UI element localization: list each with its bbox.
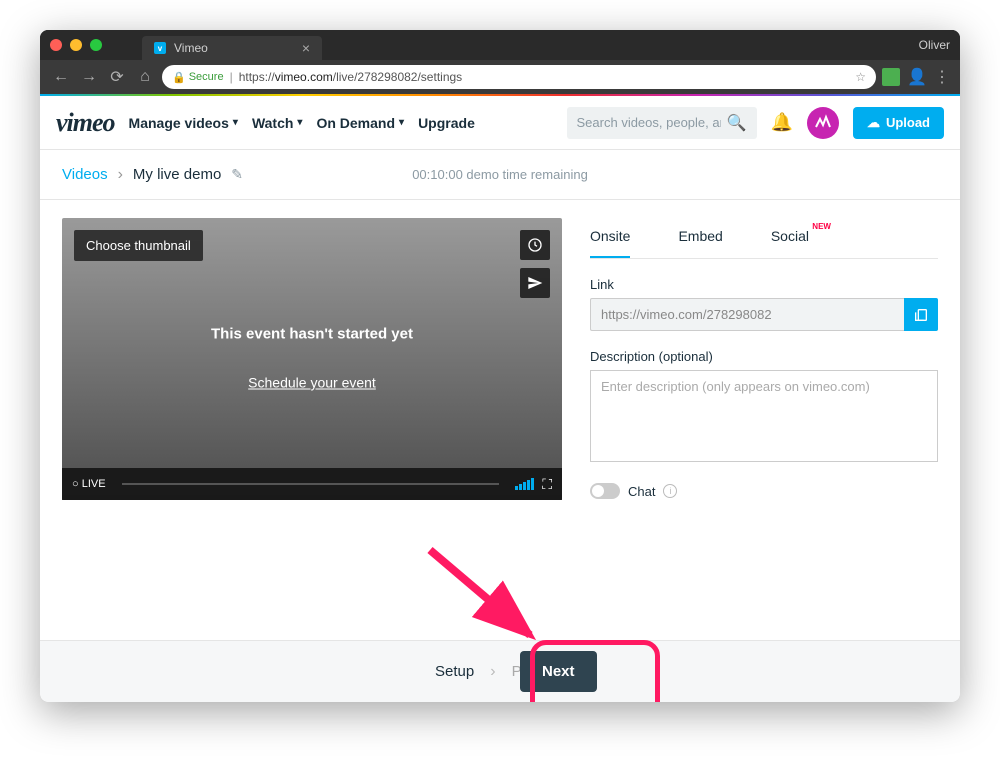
lock-icon: 🔒 Secure — [172, 71, 224, 84]
tab-onsite[interactable]: Onsite — [590, 218, 630, 258]
close-tab-icon[interactable]: × — [302, 40, 310, 56]
step-setup[interactable]: Setup — [435, 663, 474, 680]
search-box[interactable]: 🔍 — [567, 107, 757, 139]
chat-toggle[interactable] — [590, 483, 620, 499]
link-input[interactable] — [590, 298, 904, 331]
breadcrumb: Videos › My live demo ✎ 00:10:00 demo ti… — [40, 150, 960, 200]
address-bar[interactable]: 🔒 Secure | https://vimeo.com/live/278298… — [162, 65, 876, 89]
browser-toolbar: ← → ⟳ ⌂ 🔒 Secure | https://vimeo.com/liv… — [40, 60, 960, 94]
nav-watch[interactable]: Watch▾ — [252, 115, 303, 131]
browser-titlebar: v Vimeo × Oliver — [40, 30, 960, 60]
tab-title: Vimeo — [174, 41, 208, 55]
reload-button[interactable]: ⟳ — [106, 66, 128, 88]
chat-label: Chat — [628, 484, 655, 499]
next-button[interactable]: Next — [520, 651, 597, 692]
bookmark-star-icon[interactable]: ☆ — [855, 70, 866, 84]
nav-upgrade[interactable]: Upgrade — [418, 115, 475, 131]
description-input[interactable] — [590, 370, 938, 462]
url-text: https://vimeo.com/live/278298082/setting… — [239, 70, 462, 84]
video-preview: Choose thumbnail This event hasn't start… — [62, 218, 562, 500]
chrome-profile-label[interactable]: Oliver — [919, 38, 950, 52]
description-label: Description (optional) — [590, 349, 938, 364]
forward-button[interactable]: → — [78, 66, 100, 88]
schedule-clock-icon[interactable] — [520, 230, 550, 260]
chrome-account-icon[interactable]: 👤 — [906, 66, 928, 88]
fullscreen-icon[interactable]: ⛶ — [542, 476, 552, 493]
chevron-down-icon: ▾ — [399, 117, 404, 128]
schedule-event-link[interactable]: Schedule your event — [248, 375, 376, 391]
nav-manage-videos[interactable]: Manage videos▾ — [129, 115, 238, 131]
demo-time-remaining: 00:10:00 demo time remaining — [412, 167, 588, 182]
live-indicator: LIVE — [72, 478, 106, 490]
signal-bars-icon[interactable] — [515, 478, 534, 490]
progress-bar[interactable] — [122, 483, 500, 485]
chevron-right-icon: › — [118, 166, 123, 184]
back-button[interactable]: ← — [50, 66, 72, 88]
search-input[interactable] — [577, 115, 721, 130]
maximize-window-button[interactable] — [90, 39, 102, 51]
player-controls: LIVE ⛶ — [62, 468, 562, 500]
upload-button[interactable]: ☁ Upload — [853, 107, 944, 139]
chevron-right-icon: › — [490, 663, 495, 681]
cloud-upload-icon: ☁ — [867, 115, 880, 131]
info-icon[interactable]: i — [663, 484, 677, 498]
tab-social[interactable]: Social NEW — [771, 218, 809, 258]
vimeo-favicon-icon: v — [154, 42, 166, 54]
event-status-text: This event hasn't started yet — [211, 326, 413, 343]
copy-link-button[interactable] — [904, 298, 938, 331]
minimize-window-button[interactable] — [70, 39, 82, 51]
choose-thumbnail-button[interactable]: Choose thumbnail — [74, 230, 203, 261]
traffic-lights — [50, 39, 102, 51]
site-header: vimeo Manage videos▾ Watch▾ On Demand▾ U… — [40, 96, 960, 150]
nav-on-demand[interactable]: On Demand▾ — [316, 115, 404, 131]
browser-tab[interactable]: v Vimeo × — [142, 36, 322, 60]
home-button[interactable]: ⌂ — [134, 66, 156, 88]
tab-embed[interactable]: Embed — [678, 218, 722, 258]
breadcrumb-root-link[interactable]: Videos — [62, 166, 108, 183]
notifications-bell-icon[interactable]: 🔔 — [771, 112, 793, 133]
close-window-button[interactable] — [50, 39, 62, 51]
chevron-down-icon: ▾ — [297, 117, 302, 128]
edit-pencil-icon[interactable]: ✎ — [231, 166, 243, 183]
chrome-menu-icon[interactable]: ⋮ — [934, 67, 950, 87]
chevron-down-icon: ▾ — [233, 117, 238, 128]
search-icon[interactable]: 🔍 — [727, 113, 747, 133]
wizard-footer: Setup › Preview Next — [40, 640, 960, 702]
page-title: My live demo — [133, 166, 221, 183]
link-label: Link — [590, 277, 938, 292]
settings-tabs: Onsite Embed Social NEW — [590, 218, 938, 259]
new-badge: NEW — [812, 222, 831, 231]
avatar[interactable] — [807, 107, 839, 139]
extension-icon[interactable] — [882, 68, 900, 86]
vimeo-logo[interactable]: vimeo — [56, 108, 115, 138]
share-paper-plane-icon[interactable] — [520, 268, 550, 298]
